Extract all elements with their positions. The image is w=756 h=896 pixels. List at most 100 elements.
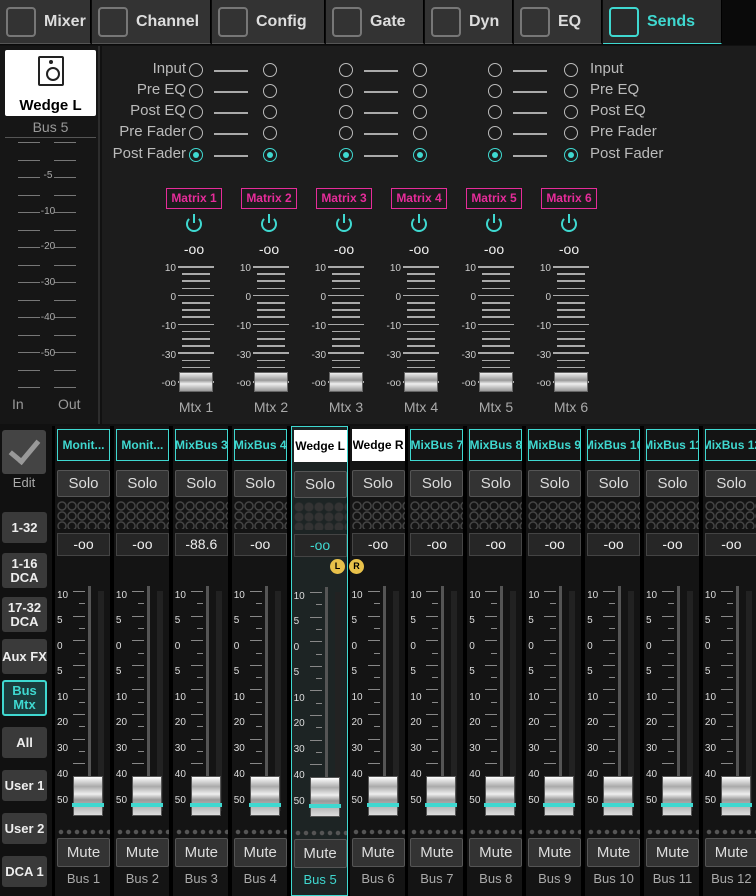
- tab-dyn[interactable]: Dyn: [425, 0, 513, 44]
- mute-button[interactable]: Mute: [646, 838, 699, 867]
- solo-button[interactable]: Solo: [293, 471, 347, 498]
- solo-button[interactable]: Solo: [469, 470, 523, 497]
- fader[interactable]: 10 5 0 5 10 20 30 40 50: [703, 586, 756, 826]
- solo-button[interactable]: Solo: [646, 470, 699, 497]
- matrix-name-button[interactable]: Matrix 3: [316, 188, 372, 209]
- send-point-radio[interactable]: [413, 84, 427, 98]
- strip-name-button[interactable]: MixBus 10: [587, 429, 641, 461]
- send-point-radio[interactable]: [564, 105, 578, 119]
- fader-knob[interactable]: [602, 776, 635, 816]
- fader[interactable]: 10 5 0 5 10 20 30 40 50: [526, 586, 583, 826]
- matrix-name-button[interactable]: Matrix 2: [241, 188, 297, 209]
- send-point-radio[interactable]: [263, 84, 277, 98]
- matrix-name-button[interactable]: Matrix 1: [166, 188, 222, 209]
- send-point-radio[interactable]: [189, 126, 203, 140]
- layer-button[interactable]: User 2: [2, 813, 47, 844]
- matrix-fader-knob[interactable]: [404, 372, 438, 392]
- fader[interactable]: 10 5 0 5 10 20 30 40 50: [644, 586, 701, 826]
- send-point-radio[interactable]: [189, 148, 203, 162]
- send-point-radio[interactable]: [564, 126, 578, 140]
- mute-button[interactable]: Mute: [528, 838, 582, 867]
- send-point-radio[interactable]: [564, 63, 578, 77]
- send-point-radio[interactable]: [488, 126, 502, 140]
- send-point-radio[interactable]: [263, 148, 277, 162]
- layer-button[interactable]: All: [2, 727, 47, 758]
- fader-knob[interactable]: [661, 776, 693, 816]
- send-point-radio[interactable]: [413, 105, 427, 119]
- mute-button[interactable]: Mute: [115, 838, 169, 867]
- fader-knob[interactable]: [719, 776, 752, 816]
- mute-button[interactable]: Mute: [293, 839, 347, 868]
- matrix-fader-knob[interactable]: [254, 372, 288, 392]
- tab-channel[interactable]: Channel: [92, 0, 211, 44]
- matrix-fader-knob[interactable]: [554, 372, 588, 392]
- fader-knob[interactable]: [425, 776, 458, 816]
- tab-eq[interactable]: EQ: [514, 0, 602, 44]
- layer-button[interactable]: Aux FX: [2, 639, 47, 674]
- mute-button[interactable]: Mute: [587, 838, 641, 867]
- strip-name-button[interactable]: MixBus 4: [233, 429, 287, 461]
- matrix-fader-knob[interactable]: [479, 372, 513, 392]
- channel-card[interactable]: Wedge L: [5, 50, 96, 116]
- fader[interactable]: 10 5 0 5 10 20 30 40 50: [467, 586, 524, 826]
- fader[interactable]: 10 5 0 5 10 20 30 40 50: [55, 586, 112, 826]
- mute-button[interactable]: Mute: [174, 838, 228, 867]
- fader[interactable]: 10 5 0 5 10 20 30 40 50: [232, 586, 289, 826]
- solo-button[interactable]: Solo: [233, 470, 287, 497]
- fader-knob[interactable]: [189, 776, 222, 816]
- send-point-radio[interactable]: [263, 126, 277, 140]
- solo-button[interactable]: Solo: [587, 470, 641, 497]
- tab-sends[interactable]: Sends: [603, 0, 722, 44]
- fader[interactable]: 10 5 0 5 10 20 30 40 50: [585, 586, 642, 826]
- send-point-radio[interactable]: [564, 148, 578, 162]
- strip-name-button[interactable]: Monit...: [57, 429, 110, 461]
- send-point-radio[interactable]: [564, 84, 578, 98]
- send-point-radio[interactable]: [339, 63, 353, 77]
- strip-name-button[interactable]: Monit...: [115, 429, 169, 461]
- matrix-fader-knob[interactable]: [179, 372, 213, 392]
- fader[interactable]: 10 5 0 5 10 20 30 40 50: [114, 586, 171, 826]
- mute-button[interactable]: Mute: [410, 838, 464, 867]
- send-point-radio[interactable]: [189, 84, 203, 98]
- solo-button[interactable]: Solo: [174, 470, 228, 497]
- send-point-radio[interactable]: [413, 126, 427, 140]
- tab-mixer[interactable]: Mixer: [0, 0, 91, 44]
- mute-button[interactable]: Mute: [57, 838, 110, 867]
- fader[interactable]: 10 5 0 5 10 20 30 40 50: [408, 586, 465, 826]
- solo-button[interactable]: Solo: [704, 470, 756, 497]
- power-icon[interactable]: [336, 214, 352, 232]
- fader-knob[interactable]: [484, 776, 517, 816]
- send-point-radio[interactable]: [488, 105, 502, 119]
- layer-button[interactable]: User 1: [2, 770, 47, 801]
- send-point-radio[interactable]: [339, 105, 353, 119]
- strip-name-button[interactable]: MixBus 7: [410, 429, 464, 461]
- edit-button[interactable]: [2, 430, 46, 474]
- send-point-radio[interactable]: [488, 63, 502, 77]
- send-point-radio[interactable]: [263, 63, 277, 77]
- strip-name-button[interactable]: MixBus 12: [704, 429, 756, 461]
- strip-name-button[interactable]: MixBus 9: [528, 429, 582, 461]
- tab-config[interactable]: Config: [212, 0, 325, 44]
- send-point-radio[interactable]: [339, 84, 353, 98]
- solo-button[interactable]: Solo: [410, 470, 464, 497]
- matrix-fader-knob[interactable]: [329, 372, 363, 392]
- solo-button[interactable]: Solo: [528, 470, 582, 497]
- send-point-radio[interactable]: [413, 148, 427, 162]
- fader[interactable]: 10 5 0 5 10 20 30 40 50: [350, 586, 407, 826]
- fader-knob[interactable]: [543, 776, 576, 816]
- send-point-radio[interactable]: [263, 105, 277, 119]
- mute-button[interactable]: Mute: [469, 838, 523, 867]
- layer-button[interactable]: 1-32: [2, 512, 47, 543]
- fader-knob[interactable]: [130, 776, 163, 816]
- fader-knob[interactable]: [366, 776, 399, 816]
- strip-name-button[interactable]: MixBus 11: [646, 429, 699, 461]
- strip-name-button[interactable]: MixBus 3: [174, 429, 228, 461]
- send-point-radio[interactable]: [189, 63, 203, 77]
- tab-gate[interactable]: Gate: [326, 0, 424, 44]
- send-point-radio[interactable]: [413, 63, 427, 77]
- matrix-name-button[interactable]: Matrix 4: [391, 188, 447, 209]
- layer-button[interactable]: Bus Mtx: [2, 680, 47, 716]
- layer-button[interactable]: 17-32 DCA: [2, 597, 47, 632]
- fader-knob[interactable]: [248, 776, 281, 816]
- solo-button[interactable]: Solo: [115, 470, 169, 497]
